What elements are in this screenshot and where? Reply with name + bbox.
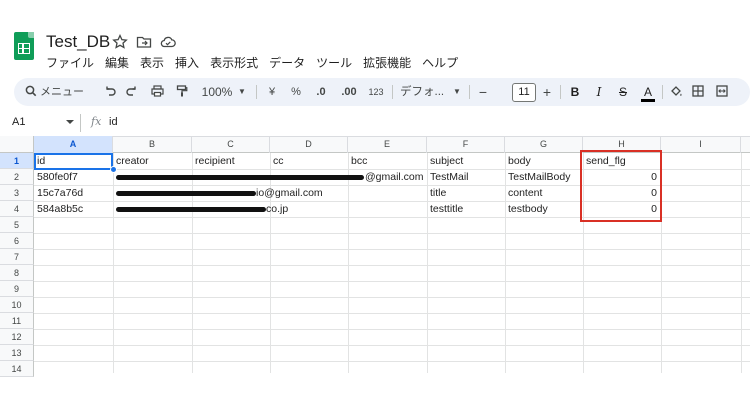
fill-color-icon[interactable] [668,78,684,106]
cell-g3[interactable]: content [505,185,583,201]
borders-icon[interactable] [690,78,706,106]
row-header-12[interactable]: 12 [0,329,34,345]
column-header-g[interactable]: G [505,136,583,153]
cell-e1[interactable]: bcc [348,153,427,169]
row-header-5[interactable]: 5 [0,217,34,233]
redaction-scribble [116,207,266,212]
font-chevron-down-icon[interactable]: ▼ [452,78,462,106]
increase-decimal-button[interactable]: .00 [338,78,360,106]
menu-data[interactable]: データ [269,54,305,71]
select-all-corner[interactable] [0,136,34,153]
zoom-chevron-down-icon[interactable]: ▼ [237,78,247,106]
font-select[interactable]: デフォ... [400,78,448,106]
row-header-10[interactable]: 10 [0,297,34,313]
cell-f1[interactable]: subject [427,153,505,169]
active-cell-selection [34,153,113,170]
cloud-status-icon[interactable] [160,34,176,50]
column-header-d[interactable]: D [270,136,348,153]
increase-font-size-button[interactable]: + [540,78,554,106]
paint-format-icon[interactable] [174,78,190,106]
fx-icon: fx [91,115,102,128]
strikethrough-button[interactable]: S [616,78,630,106]
row-header-3[interactable]: 3 [0,185,34,201]
search-icon[interactable] [24,78,38,106]
row-header-9[interactable]: 9 [0,281,34,297]
star-icon[interactable] [112,34,128,50]
cell-f3[interactable]: title [427,185,505,201]
cell-f4[interactable]: testtitle [427,201,505,217]
menu-edit[interactable]: 編集 [105,54,129,71]
redo-icon[interactable] [124,78,140,106]
print-icon[interactable] [149,78,165,106]
currency-format-button[interactable]: ¥ [266,78,278,106]
undo-icon[interactable] [102,78,118,106]
menu-tools[interactable]: ツール [316,54,352,71]
move-folder-icon[interactable] [136,34,152,50]
menu-bar: ファイル 編集 表示 挿入 表示形式 データ ツール 拡張機能 ヘルプ [46,54,458,71]
row-header-2[interactable]: 2 [0,169,34,185]
cell-d1[interactable]: cc [270,153,348,169]
menu-help[interactable]: ヘルプ [422,54,458,71]
menu-view[interactable]: 表示 [140,54,164,71]
cell-b2-visible-tail[interactable]: @gmail.com [362,169,428,185]
redaction-scribble [116,191,256,196]
send-flg-highlight-box [580,150,662,222]
redaction-scribble [116,175,364,180]
column-header-a[interactable]: A [34,136,113,153]
menu-file[interactable]: ファイル [46,54,94,71]
row-header-1[interactable]: 1 [0,153,34,169]
cell-a3[interactable]: 15c7a76d [34,185,113,201]
row-header-6[interactable]: 6 [0,233,34,249]
row-header-13[interactable]: 13 [0,345,34,361]
cell-c1[interactable]: recipient [192,153,270,169]
menu-extensions[interactable]: 拡張機能 [363,54,411,71]
name-box[interactable]: A1 [12,116,25,128]
cell-f2[interactable]: TestMail [427,169,505,185]
zoom-select[interactable]: 100% [200,78,234,106]
row-header-8[interactable]: 8 [0,265,34,281]
name-box-chevron-down-icon[interactable] [66,120,74,124]
merge-cells-icon[interactable] [714,78,730,106]
column-header-b[interactable]: B [113,136,192,153]
row-header-4[interactable]: 4 [0,201,34,217]
row-header-14[interactable]: 14 [0,361,34,377]
percent-format-button[interactable]: % [289,78,303,106]
formula-input[interactable]: id [109,116,118,128]
column-header-c[interactable]: C [192,136,270,153]
cell-g2[interactable]: TestMailBody [505,169,583,185]
row-header-7[interactable]: 7 [0,249,34,265]
cell-b3-visible-tail[interactable]: io@gmail.com [253,185,343,201]
cell-a4[interactable]: 584a8b5c [34,201,113,217]
text-color-button[interactable]: A [640,78,656,106]
decrease-decimal-button[interactable]: .0 [312,78,330,106]
cell-a2[interactable]: 580fe0f7 [34,169,113,185]
menu-format[interactable]: 表示形式 [210,54,258,71]
italic-button[interactable]: I [592,78,606,106]
number-format-button[interactable]: 123 [366,78,386,106]
font-size-input[interactable]: 11 [512,83,536,102]
cell-g4[interactable]: testbody [505,201,583,217]
spreadsheet-app: Test_DB ファイル 編集 表示 挿入 表示形式 データ ツール 拡張機能 … [0,0,750,400]
menu-insert[interactable]: 挿入 [175,54,199,71]
fill-handle[interactable] [110,166,117,173]
toolbar: メニュー 100% ▼ ¥ % .0 .00 123 デフォ... ▼ − 11… [14,78,750,106]
column-header-f[interactable]: F [427,136,505,153]
cell-g1[interactable]: body [505,153,583,169]
document-title[interactable]: Test_DB [46,32,110,52]
bold-button[interactable]: B [568,78,582,106]
column-header-e[interactable]: E [348,136,427,153]
search-menus-button[interactable]: メニュー [40,78,92,106]
sheets-logo-icon[interactable] [14,32,34,60]
text-color-label: A [643,85,652,99]
decrease-font-size-button[interactable]: − [476,78,490,106]
cell-b4-visible-tail[interactable]: co.jp [263,201,313,217]
cell-b1[interactable]: creator [113,153,192,169]
row-header-11[interactable]: 11 [0,313,34,329]
column-header-i[interactable]: I [661,136,741,153]
